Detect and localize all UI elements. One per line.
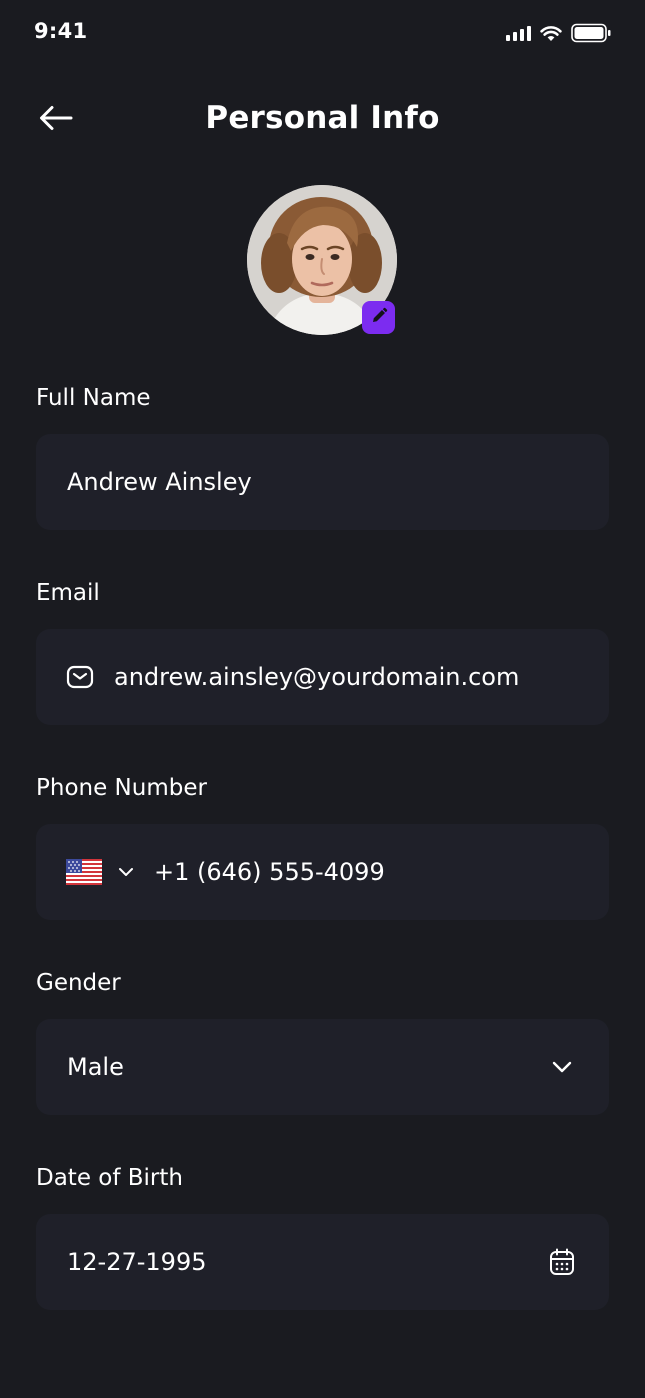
- mail-icon: [66, 665, 94, 689]
- phone-number-value: +1 (646) 555-4099: [154, 858, 385, 886]
- status-icons: [506, 22, 611, 44]
- page-title: Personal Info: [205, 100, 440, 136]
- signal-icon: [506, 25, 531, 41]
- gender-label: Gender: [36, 970, 121, 996]
- battery-icon: [571, 23, 611, 43]
- us-flag-icon: [66, 859, 102, 885]
- calendar-icon[interactable]: [547, 1247, 577, 1277]
- email-value: andrew.ainsley@yourdomain.com: [114, 663, 520, 691]
- pencil-icon: [370, 307, 388, 329]
- full-name-value: Andrew Ainsley: [67, 468, 252, 496]
- wifi-icon: [540, 25, 562, 42]
- chevron-down-icon: [118, 867, 134, 877]
- date-of-birth-field[interactable]: 12-27-1995: [36, 1214, 609, 1310]
- avatar-container: [247, 185, 399, 337]
- date-of-birth-label: Date of Birth: [36, 1165, 183, 1191]
- status-bar: 9:41: [0, 0, 645, 64]
- full-name-label: Full Name: [36, 385, 151, 411]
- country-code-selector[interactable]: [66, 859, 134, 885]
- edit-avatar-button[interactable]: [362, 301, 395, 334]
- phone-number-field[interactable]: +1 (646) 555-4099: [36, 824, 609, 920]
- full-name-field[interactable]: Andrew Ainsley: [36, 434, 609, 530]
- date-of-birth-value: 12-27-1995: [67, 1248, 207, 1276]
- header: Personal Info: [0, 86, 645, 154]
- email-label: Email: [36, 580, 100, 606]
- personal-info-screen: 9:41 Personal Info Full Name Andrew Ains…: [0, 0, 645, 1398]
- email-field[interactable]: andrew.ainsley@yourdomain.com: [36, 629, 609, 725]
- chevron-down-icon: [547, 1052, 577, 1082]
- status-time: 9:41: [34, 19, 88, 43]
- gender-select[interactable]: Male: [36, 1019, 609, 1115]
- phone-number-label: Phone Number: [36, 775, 207, 801]
- gender-value: Male: [67, 1053, 124, 1081]
